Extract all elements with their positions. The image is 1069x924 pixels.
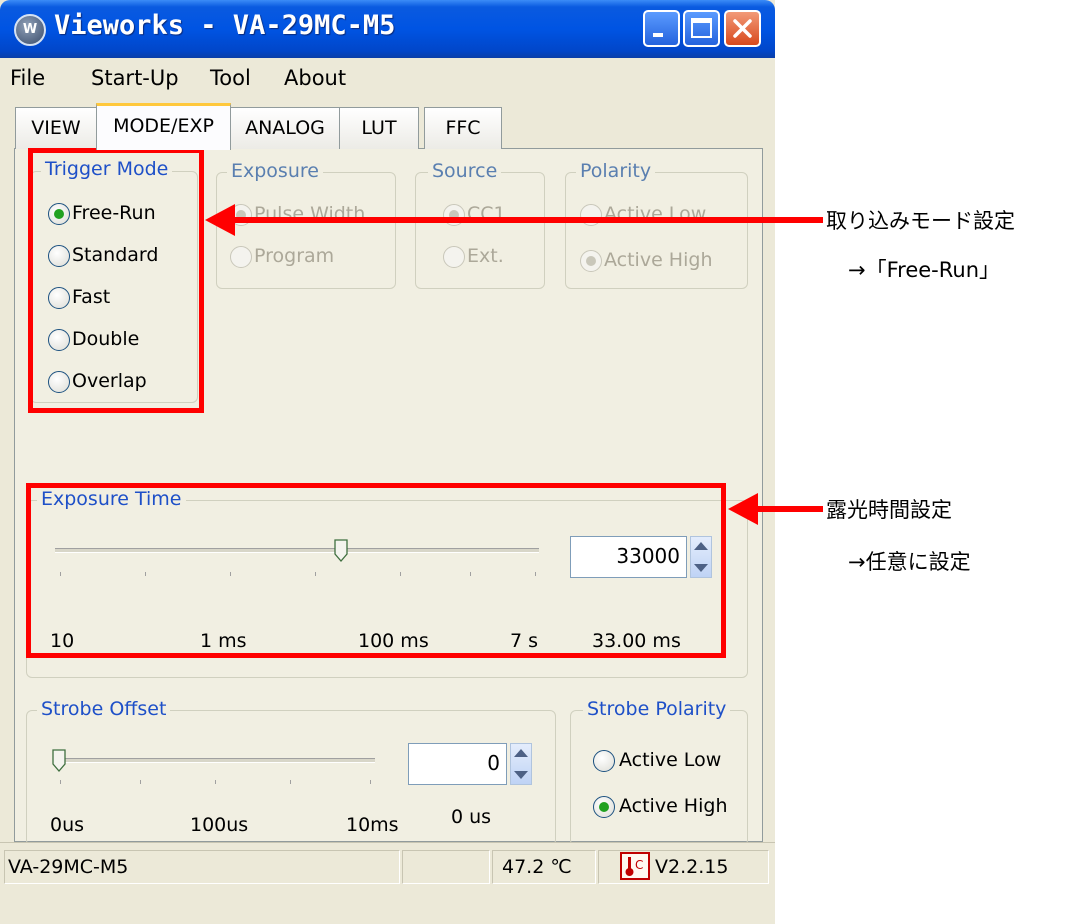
strobe-offset-slider-thumb[interactable] [52, 749, 66, 773]
thermometer-icon: C [620, 852, 650, 880]
exposure-title: Exposure [227, 160, 323, 182]
exposure-arrow-line [752, 506, 823, 512]
minimize-button[interactable] [643, 10, 680, 47]
tab-lut[interactable]: LUT [339, 107, 419, 149]
strobe-offset-spinner[interactable] [510, 743, 532, 785]
maximize-icon [691, 18, 712, 38]
app-icon[interactable]: W [14, 14, 46, 46]
svg-text:C: C [635, 858, 643, 872]
strobe-offset-display: 0 us [451, 806, 492, 828]
radio-label-strobe-active-high[interactable]: Active High [619, 795, 727, 817]
maximize-button[interactable] [683, 10, 720, 47]
menu-about[interactable]: About [284, 66, 346, 90]
menu-file[interactable]: File [10, 66, 45, 90]
radio-label-active-high[interactable]: Active High [604, 249, 712, 271]
menu-tool[interactable]: Tool [210, 66, 251, 90]
status-temperature: 47.2 ℃ [502, 856, 572, 878]
trigger-note-value: →「Free-Run」 [848, 258, 1001, 282]
strobe-offset-input[interactable]: 0 [408, 743, 507, 785]
close-icon [733, 19, 752, 38]
source-group [415, 172, 545, 289]
radio-strobe-active-high[interactable] [593, 796, 615, 818]
polarity-title: Polarity [576, 160, 656, 182]
window-title: Vieworks - VA-29MC-M5 [54, 10, 396, 41]
status-version: V2.2.15 [655, 856, 729, 878]
radio-selected-dot [586, 256, 596, 266]
slider-tick [140, 780, 141, 784]
tab-ffc[interactable]: FFC [424, 107, 502, 149]
trigger-arrow-line [230, 217, 823, 223]
strobe-offset-slider-track[interactable] [55, 758, 375, 763]
radio-label-ext[interactable]: Ext. [467, 245, 504, 267]
status-model: VA-29MC-M5 [8, 856, 129, 878]
strobe-scale-100us: 100us [190, 814, 249, 836]
tab-analog[interactable]: ANALOG [230, 107, 340, 149]
spin-down-icon[interactable] [514, 771, 528, 779]
radio-strobe-active-low[interactable] [593, 750, 615, 772]
trigger-mode-highlight [28, 148, 204, 413]
tab-mode-exp[interactable]: MODE/EXP [96, 103, 231, 150]
strobe-polarity-group [570, 710, 748, 846]
strobe-polarity-title: Strobe Polarity [583, 698, 731, 720]
status-cell-empty [402, 850, 490, 884]
trigger-note-title: 取り込みモード設定 [826, 209, 1015, 233]
source-title: Source [428, 160, 502, 182]
radio-ext[interactable] [443, 246, 465, 268]
spin-up-icon[interactable] [514, 749, 528, 757]
radio-label-strobe-active-low[interactable]: Active Low [619, 749, 721, 771]
radio-label-program[interactable]: Program [254, 245, 334, 267]
strobe-scale-0us: 0us [50, 814, 85, 836]
close-button[interactable] [724, 10, 761, 47]
menu-start-up[interactable]: Start-Up [91, 66, 179, 90]
tab-view[interactable]: VIEW [15, 107, 97, 149]
slider-tick [215, 780, 216, 784]
slider-tick [370, 780, 371, 784]
radio-active-high[interactable] [580, 250, 602, 272]
radio-selected-dot [599, 802, 609, 812]
exposure-group [216, 172, 396, 289]
slider-tick [60, 780, 61, 784]
exposure-note-value: →任意に設定 [848, 550, 971, 574]
exposure-time-highlight [26, 483, 726, 658]
slider-tick [290, 780, 291, 784]
radio-program[interactable] [230, 246, 252, 268]
strobe-offset-title: Strobe Offset [37, 698, 171, 720]
exposure-note-title: 露光時間設定 [826, 498, 952, 522]
minimize-icon [653, 33, 663, 37]
strobe-scale-10ms: 10ms [346, 814, 399, 836]
